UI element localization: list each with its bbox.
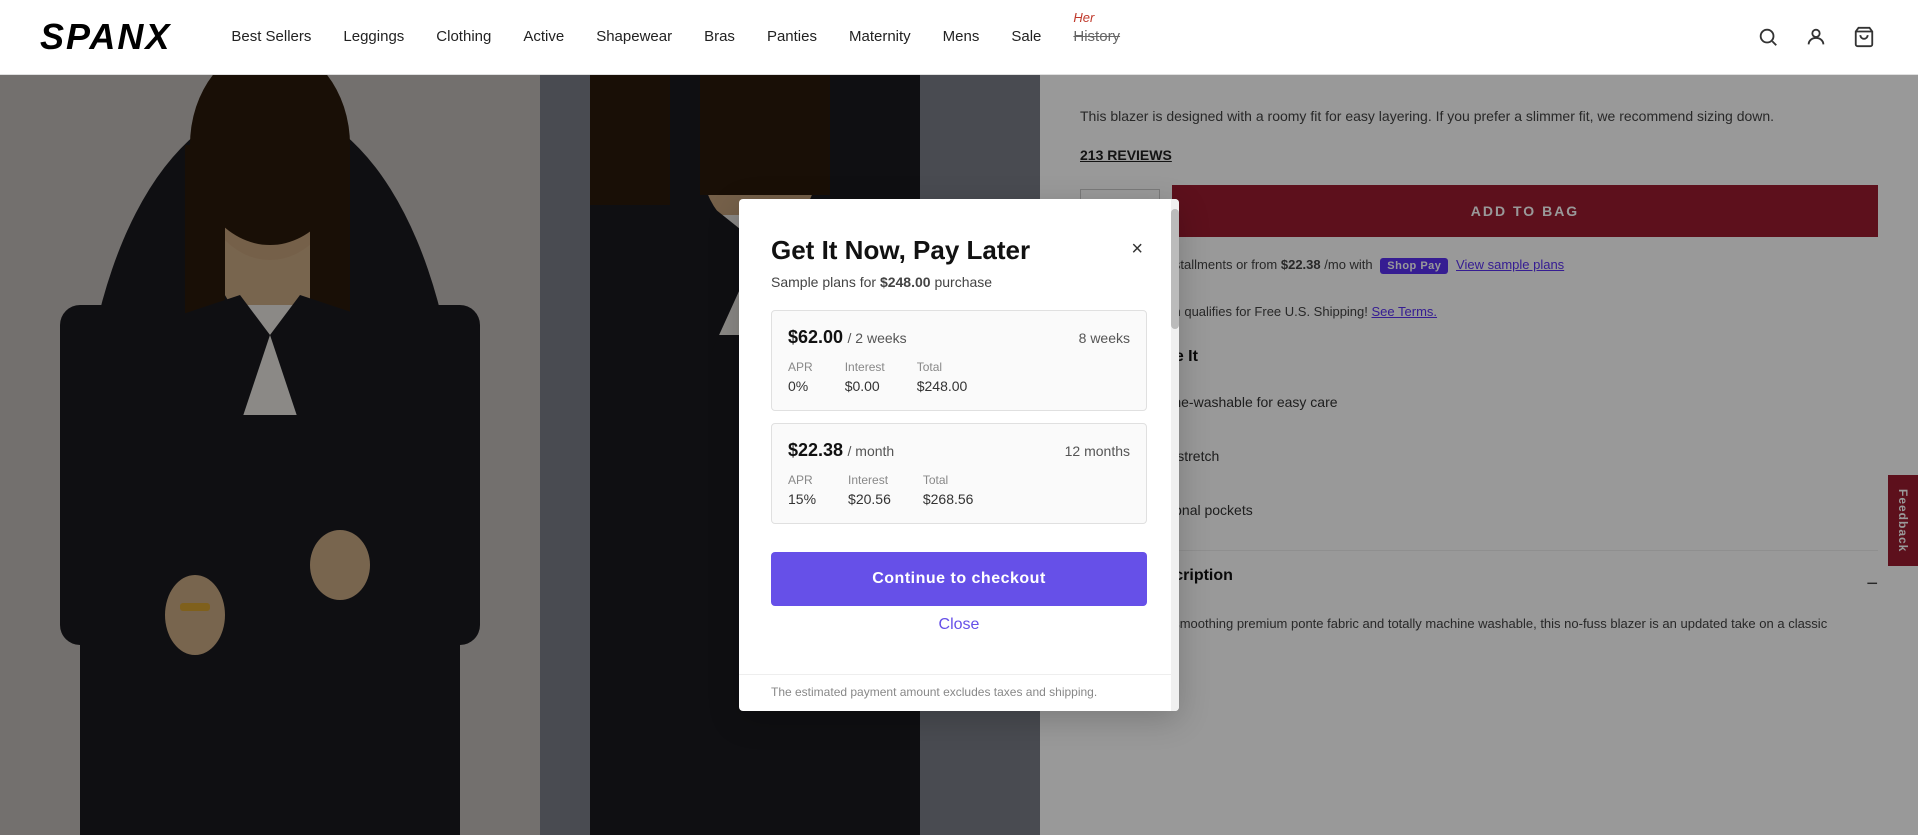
modal-header: Get It Now, Pay Later ×	[771, 235, 1147, 266]
modal-inner: Get It Now, Pay Later × Sample plans for…	[739, 199, 1179, 674]
nav-item-sale[interactable]: Sale	[1011, 28, 1041, 46]
nav-item-mens[interactable]: Mens	[943, 28, 980, 46]
nav-item-shapewear[interactable]: Shapewear	[596, 28, 672, 46]
pay-later-modal: Get It Now, Pay Later × Sample plans for…	[739, 199, 1179, 711]
main-content: Get $20	[0, 75, 1918, 835]
nav-item-panties[interactable]: Panties	[767, 28, 817, 46]
nav-item-maternity[interactable]: Maternity	[849, 28, 911, 46]
nav-item-history[interactable]: History	[1073, 28, 1120, 45]
plan-total-0: Total $248.00	[917, 360, 968, 394]
plan-amount-0: $62.00 / 2 weeks	[788, 327, 907, 348]
plan-details-0: APR 0% Interest $0.00 Total $248.00	[788, 360, 1130, 394]
plan-interest-1: Interest $20.56	[848, 473, 891, 507]
modal-content: Get It Now, Pay Later × Sample plans for…	[739, 199, 1179, 711]
plan-duration-1: 12 months	[1065, 443, 1130, 459]
modal-subtitle: Sample plans for $248.00 purchase	[771, 274, 1147, 290]
modal-title: Get It Now, Pay Later	[771, 235, 1030, 266]
plan-header-1: $22.38 / month 12 months	[788, 440, 1130, 461]
plan-amount-1: $22.38 / month	[788, 440, 894, 461]
brand-logo[interactable]: SPANX	[40, 16, 171, 58]
plan-details-1: APR 15% Interest $20.56 Total $268.56	[788, 473, 1130, 507]
continue-to-checkout-button[interactable]: Continue to checkout	[771, 552, 1147, 606]
modal-close-link[interactable]: Close	[771, 616, 1147, 634]
header-icons	[1754, 23, 1878, 51]
plan-duration-0: 8 weeks	[1079, 330, 1130, 346]
modal-footer: The estimated payment amount excludes ta…	[739, 674, 1179, 711]
nav-item-history-superscript: Her	[1073, 10, 1094, 25]
plan-header-0: $62.00 / 2 weeks 8 weeks	[788, 327, 1130, 348]
modal-overlay[interactable]: Get It Now, Pay Later × Sample plans for…	[0, 75, 1918, 835]
search-icon[interactable]	[1754, 23, 1782, 51]
modal-scrollbar	[1171, 199, 1179, 711]
main-nav: Best Sellers Leggings Clothing Active Sh…	[231, 28, 1754, 46]
nav-item-best-sellers[interactable]: Best Sellers	[231, 28, 311, 46]
nav-item-clothing[interactable]: Clothing	[436, 28, 491, 46]
nav-item-history-wrapper: Her History	[1073, 28, 1120, 46]
cart-icon[interactable]	[1850, 23, 1878, 51]
plan-card-0: $62.00 / 2 weeks 8 weeks APR 0% Inte	[771, 310, 1147, 411]
nav-item-leggings[interactable]: Leggings	[343, 28, 404, 46]
nav-item-active[interactable]: Active	[523, 28, 564, 46]
modal-close-button[interactable]: ×	[1127, 235, 1147, 263]
header: SPANX Best Sellers Leggings Clothing Act…	[0, 0, 1918, 75]
plan-card-1: $22.38 / month 12 months APR 15% Int	[771, 423, 1147, 524]
plan-apr-1: APR 15%	[788, 473, 816, 507]
nav-item-bras[interactable]: Bras	[704, 28, 735, 46]
plan-apr-0: APR 0%	[788, 360, 813, 394]
plan-interest-0: Interest $0.00	[845, 360, 885, 394]
account-icon[interactable]	[1802, 23, 1830, 51]
plan-total-1: Total $268.56	[923, 473, 974, 507]
